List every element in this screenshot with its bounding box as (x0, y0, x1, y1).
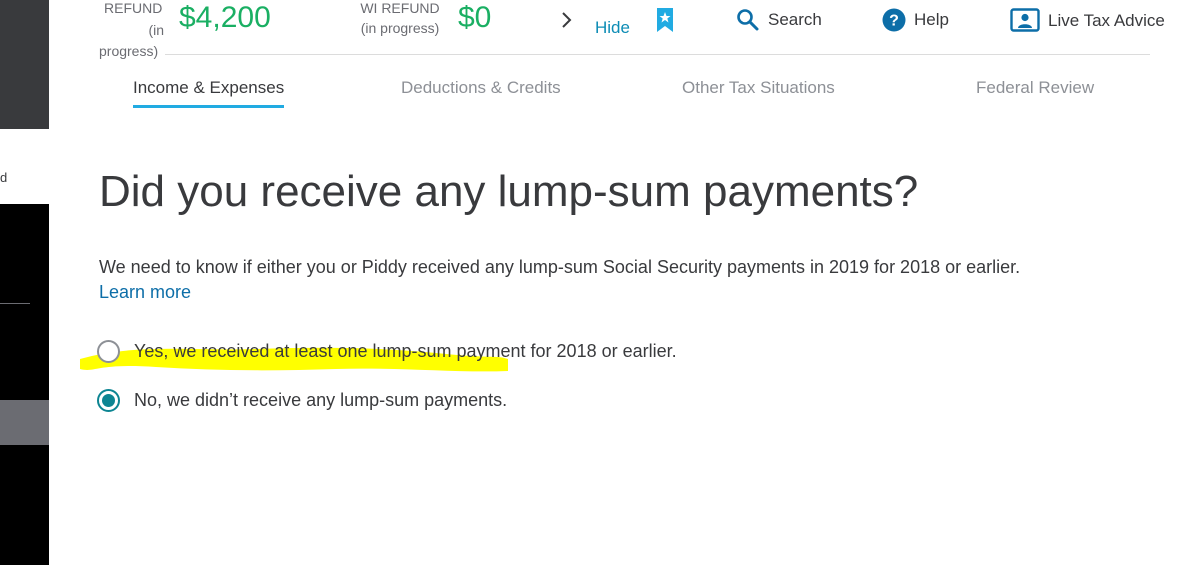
left-sidebar: d (0, 0, 49, 565)
radio-option-yes[interactable]: Yes, we received at least one lump-sum p… (97, 340, 677, 363)
federal-refund-amount[interactable]: $4,200 (179, 1, 271, 35)
state-refund-label-line1: WI REFUND (360, 0, 440, 16)
page-title: Did you receive any lump-sum payments? (99, 167, 919, 216)
bookmark-star-icon[interactable] (655, 7, 675, 33)
federal-refund-label: REFUND (104, 0, 163, 16)
help-icon: ? (882, 8, 906, 32)
learn-more-link[interactable]: Learn more (99, 282, 191, 303)
tab-income-expenses[interactable]: Income & Expenses (133, 78, 285, 108)
state-refund-label-line2: (in progress) (360, 20, 440, 36)
question-description: We need to know if either you or Piddy r… (99, 257, 1021, 277)
radio-option-no[interactable]: No, we didn’t receive any lump-sum payme… (97, 389, 507, 412)
live-advice-icon (1010, 8, 1040, 32)
tab-federal-review[interactable]: Federal Review (976, 78, 1094, 105)
radio-button-yes[interactable] (97, 340, 120, 363)
state-refund-amount[interactable]: $0 (458, 1, 491, 35)
live-tax-advice-button[interactable]: Live Tax Advice (1010, 8, 1165, 34)
sidebar-selected-item[interactable] (0, 400, 49, 445)
sidebar-black-panel (0, 204, 49, 400)
help-button[interactable]: ? Help (882, 8, 949, 32)
hide-link[interactable]: Hide (595, 18, 630, 38)
search-button[interactable]: Search (736, 8, 822, 32)
sidebar-divider (0, 303, 30, 304)
sidebar-partial-text: d (0, 170, 8, 185)
search-label: Search (768, 10, 822, 29)
sidebar-black-panel-bottom (0, 445, 49, 565)
chevron-right-icon[interactable] (560, 10, 573, 30)
search-icon (737, 9, 759, 31)
sidebar-dark-panel (0, 0, 49, 129)
state-refund-label: WI REFUND (in progress) (355, 0, 445, 38)
radio-selected-dot (102, 394, 115, 407)
tab-other-tax-situations[interactable]: Other Tax Situations (682, 78, 835, 105)
radio-button-no[interactable] (97, 389, 120, 412)
header-divider (165, 54, 1150, 55)
tab-deductions-credits[interactable]: Deductions & Credits (401, 78, 561, 105)
federal-refund-sublabel: (in (148, 22, 164, 38)
live-advice-label: Live Tax Advice (1048, 11, 1165, 30)
federal-refund-sublabel-2: progress) (99, 43, 159, 59)
svg-text:?: ? (889, 13, 899, 30)
radio-label-yes[interactable]: Yes, we received at least one lump-sum p… (134, 341, 677, 362)
radio-label-no[interactable]: No, we didn’t receive any lump-sum payme… (134, 390, 507, 411)
help-label: Help (914, 10, 949, 29)
